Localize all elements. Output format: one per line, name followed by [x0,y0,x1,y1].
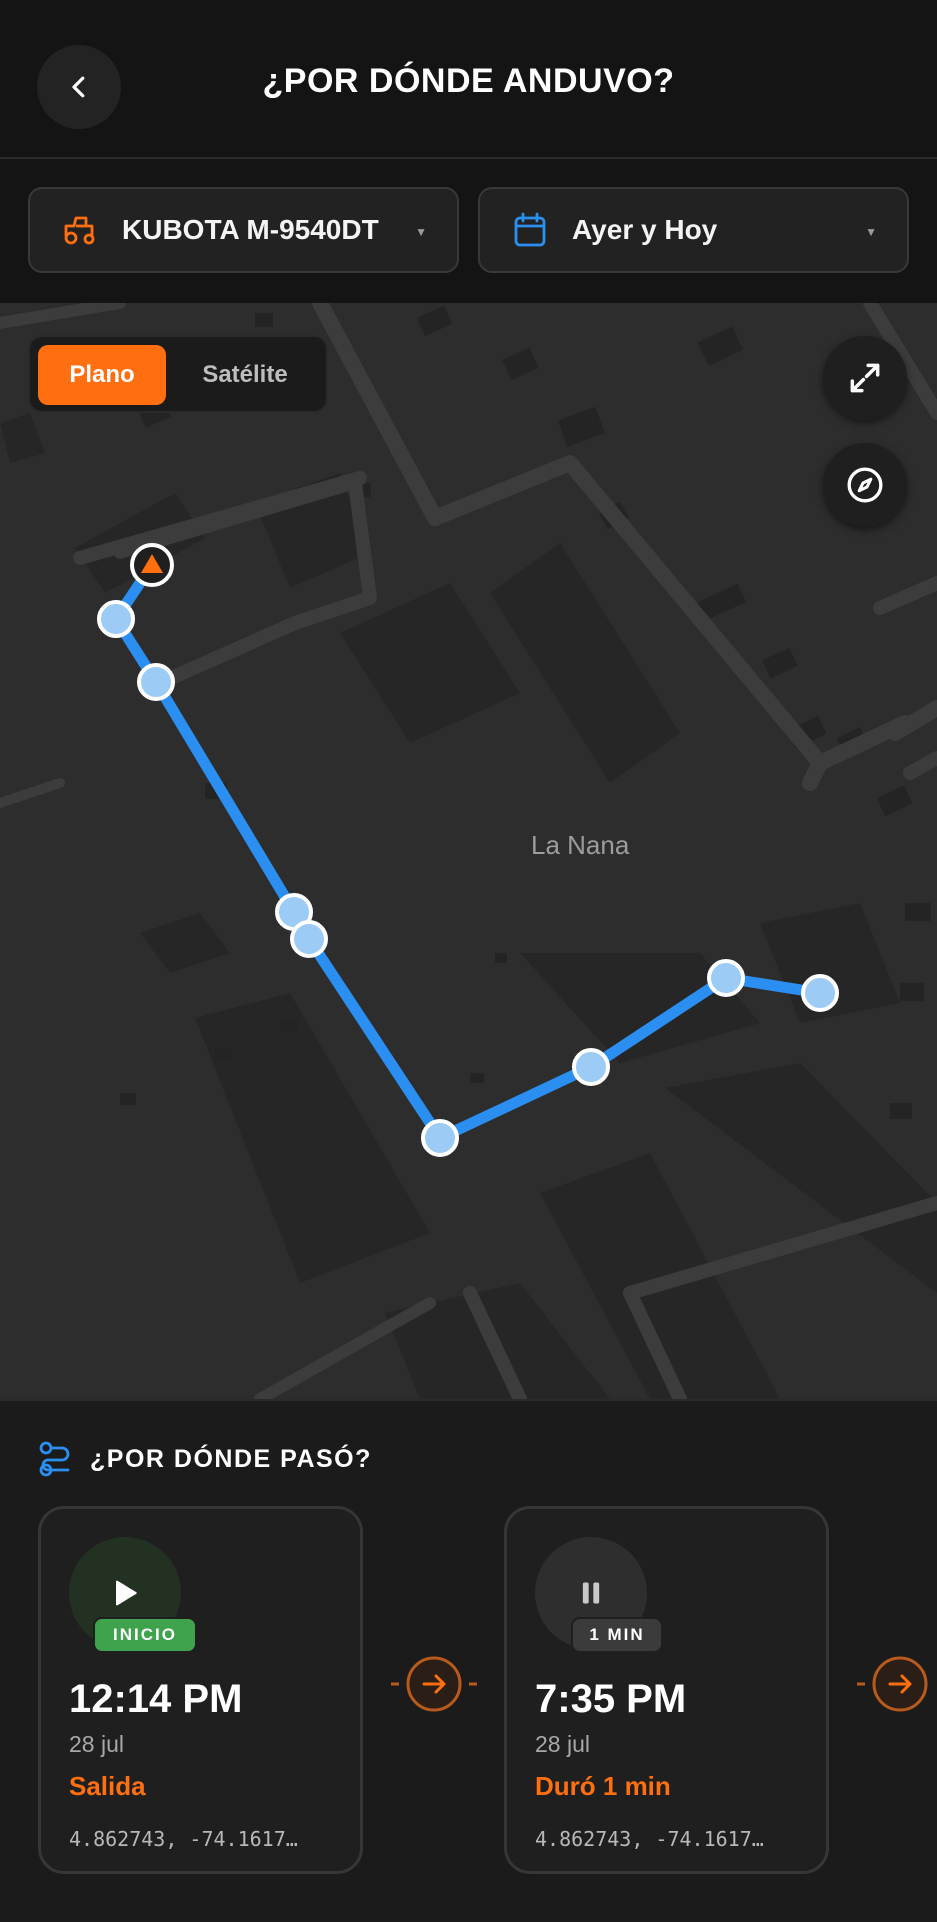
chevron-down-icon: ▼ [415,225,427,239]
map-place-label: La Nana [531,830,630,860]
next-stop-connector[interactable] [857,1656,937,1712]
stop-status: Salida [69,1771,146,1801]
stop-date: 28 jul [535,1731,590,1757]
map-type-toggle: Plano Satélite [28,335,328,413]
map-type-satelite[interactable]: Satélite [170,345,320,405]
calendar-icon [510,210,550,250]
date-range-label: Ayer y Hoy [572,214,718,245]
date-range-select[interactable]: Ayer y Hoy ▼ [478,187,909,273]
route-point [707,959,745,997]
route-point [421,1119,459,1157]
filter-bar: KUBOTA M-9540DT ▼ Ayer y Hoy ▼ [0,159,937,303]
route-point [801,974,839,1012]
recenter-map-button[interactable] [823,443,907,527]
expand-map-button[interactable] [823,336,907,420]
stop-coordinates: 4.862743, -74.1617… [535,1827,764,1851]
map-view[interactable]: Plano Satélite La Nana [0,303,937,1399]
stop-card[interactable]: INICIO 12:14 PM 28 jul Salida 4.862743, … [38,1506,363,1874]
compass-icon [847,467,883,503]
header: ¿POR DÓNDE ANDUVO? [0,0,937,159]
vehicle-select[interactable]: KUBOTA M-9540DT ▼ [28,187,459,273]
stop-time: 7:35 PM [535,1677,687,1721]
stop-coordinates: 4.862743, -74.1617… [69,1827,298,1851]
stop-card[interactable]: 1 MIN 7:35 PM 28 jul Duró 1 min 4.862743… [504,1506,829,1874]
page-title: ¿POR DÓNDE ANDUVO? [262,62,675,100]
map-type-plano[interactable]: Plano [38,345,166,405]
pause-icon [582,1582,600,1604]
stop-badge: 1 MIN [571,1617,663,1653]
map-base [0,303,937,1399]
route-point [572,1048,610,1086]
expand-icon [850,363,880,393]
stops-panel: ¿POR DÓNDE PASÓ? INICIO 12:14 PM 28 jul … [0,1399,937,1922]
stop-time: 12:14 PM [69,1677,243,1721]
vehicle-select-label: KUBOTA M-9540DT [122,214,379,245]
tractor-icon [60,210,100,250]
next-stop-connector[interactable] [391,1656,477,1712]
stops-panel-title: ¿POR DÓNDE PASÓ? [90,1444,372,1473]
stop-date: 28 jul [69,1731,124,1757]
route-point [137,663,175,701]
stop-status: Duró 1 min [535,1771,671,1801]
stop-badge: INICIO [93,1617,197,1653]
route-point [290,920,328,958]
stops-panel-header: ¿POR DÓNDE PASÓ? [38,1441,372,1477]
vehicle-position-marker [130,543,174,587]
play-icon [116,1580,137,1606]
chevron-down-icon: ▼ [865,225,877,239]
route-point [97,600,135,638]
route-icon [39,1441,70,1477]
